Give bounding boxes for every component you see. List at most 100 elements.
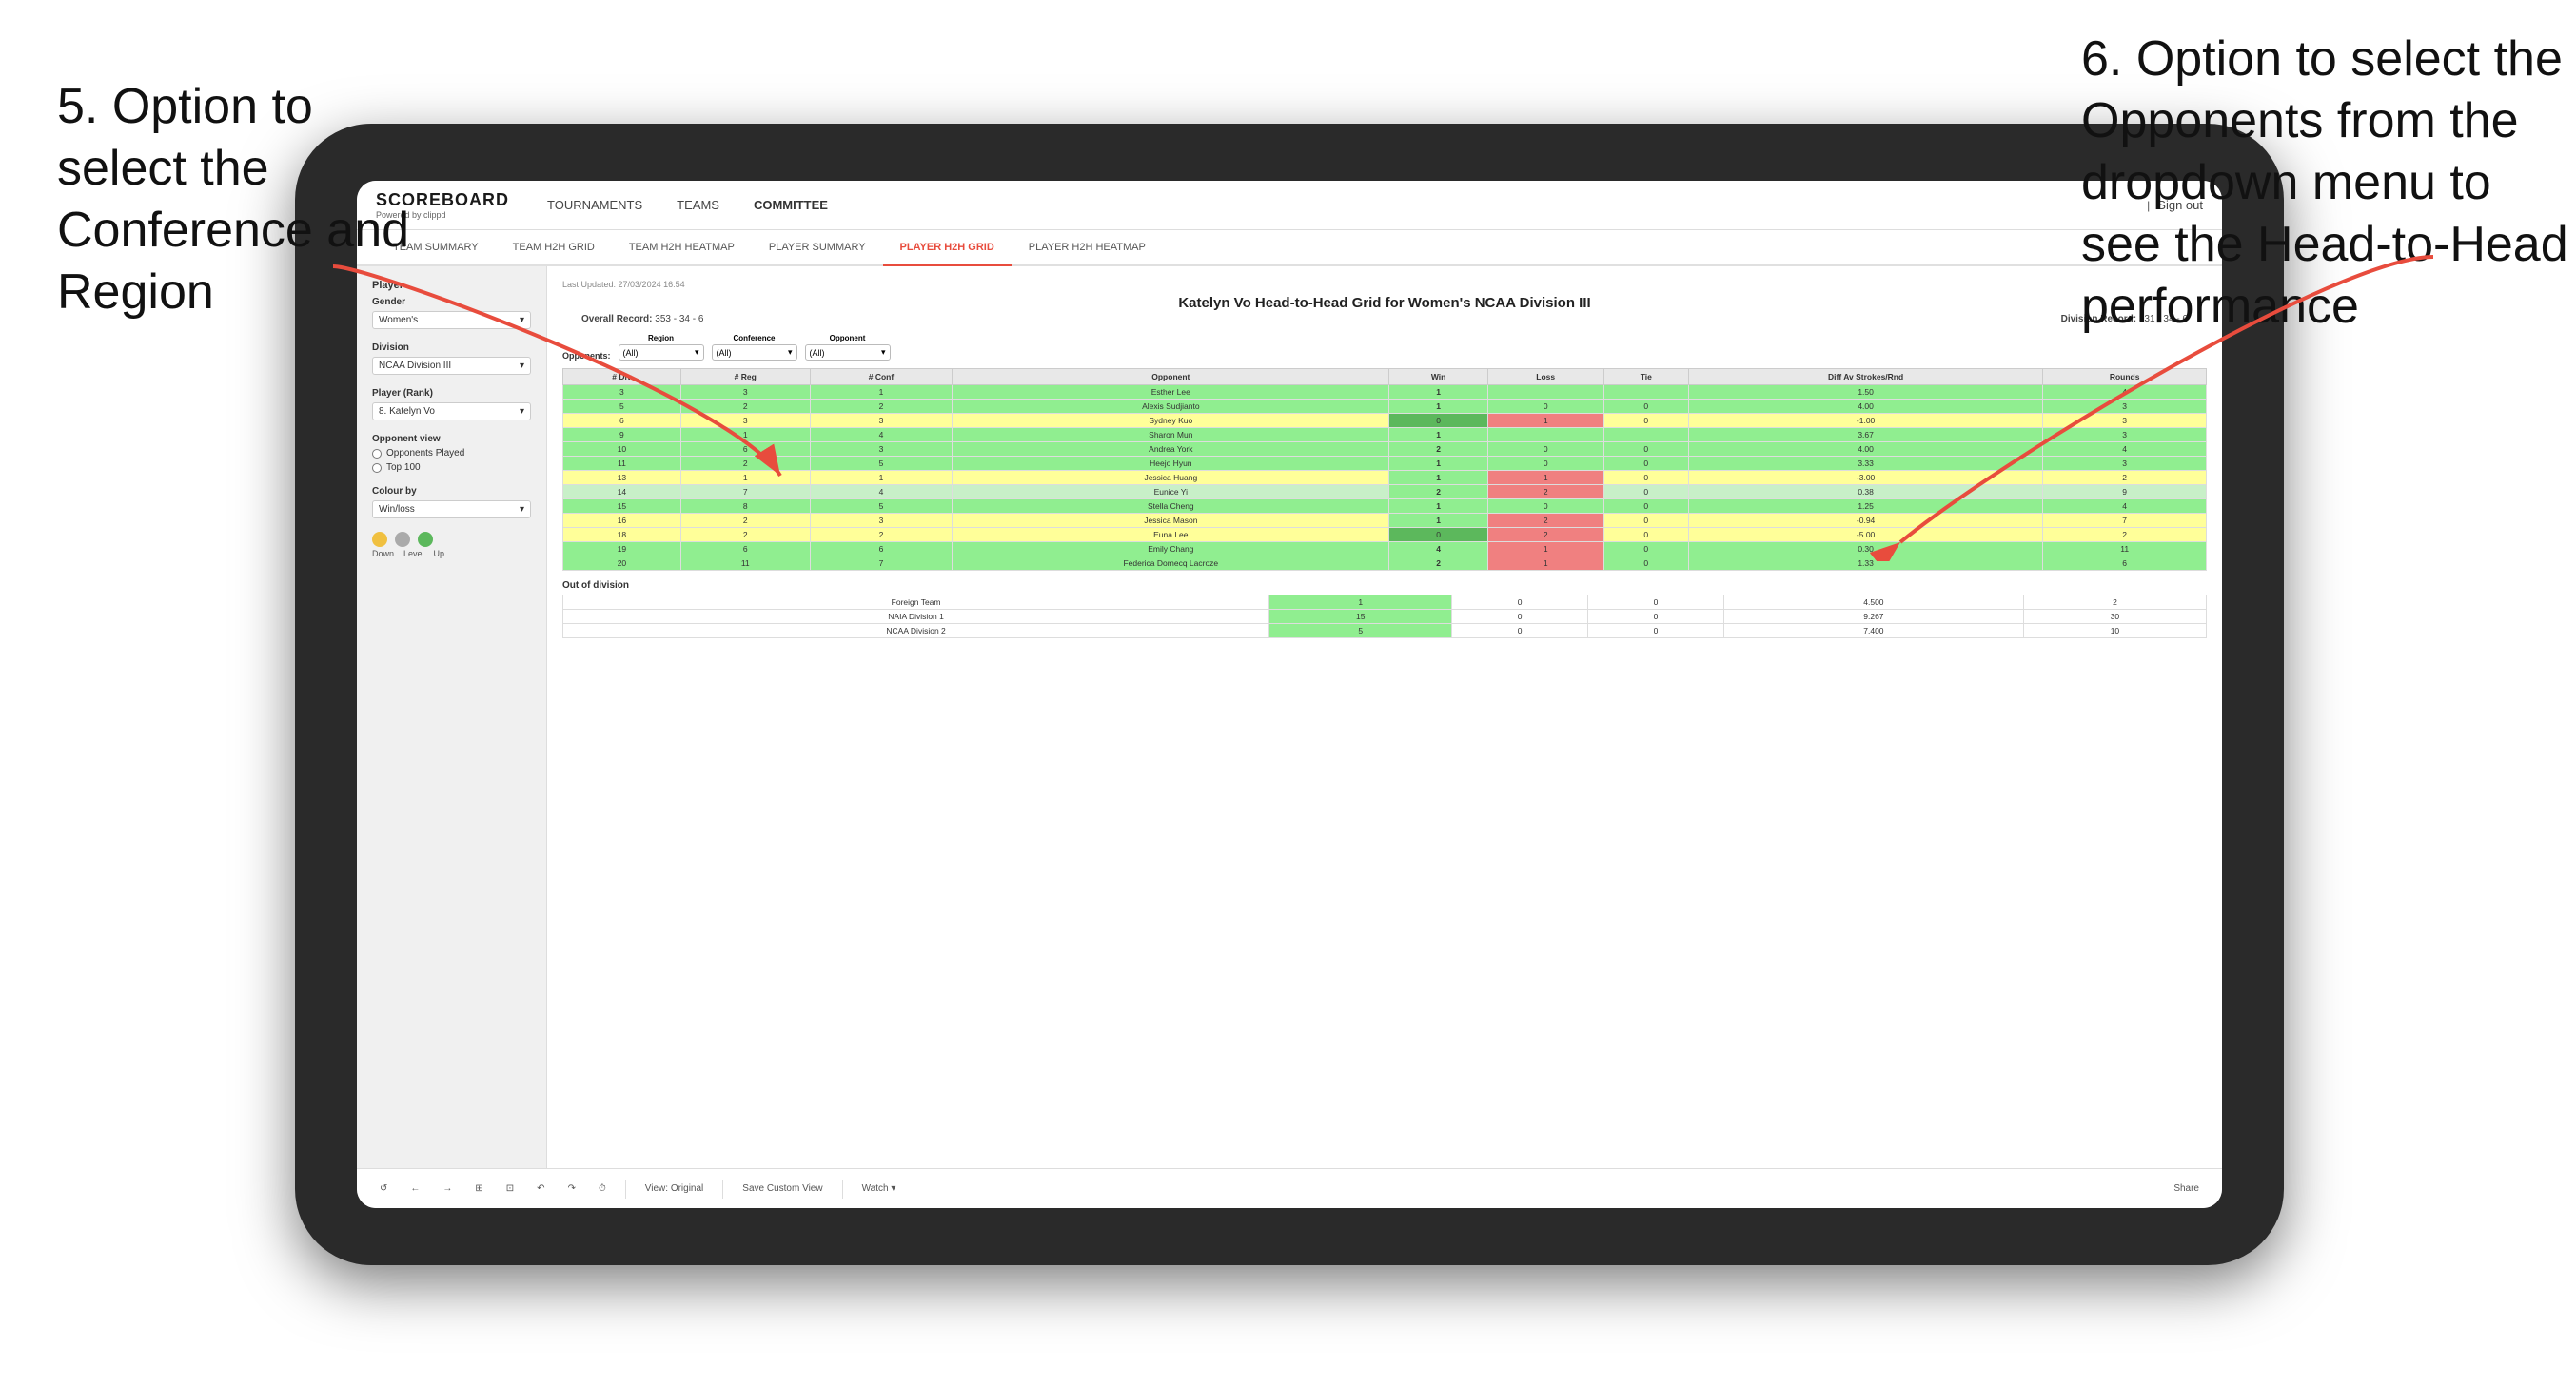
toolbar-timer[interactable]: ⏱ (591, 1180, 614, 1198)
table-cell: 4 (1389, 542, 1488, 556)
table-cell: 0 (1487, 400, 1603, 414)
out-div-row: NCAA Division 25007.40010 (563, 624, 2207, 638)
table-cell: 6 (563, 414, 681, 428)
table-row: 1474Eunice Yi2200.389 (563, 485, 2207, 499)
sidebar-division-dropdown[interactable]: NCAA Division III ▾ (372, 357, 531, 375)
table-cell: 3 (810, 414, 953, 428)
out-div-cell: 7.400 (1723, 624, 2023, 638)
region-dropdown[interactable]: (All) ▾ (619, 344, 704, 361)
last-updated: Last Updated: 27/03/2024 16:54 (562, 280, 2207, 289)
tab-team-h2h-heatmap[interactable]: TEAM H2H HEATMAP (612, 230, 752, 266)
data-table: # Div # Reg # Conf Opponent Win Loss Tie… (562, 368, 2207, 571)
toolbar-redo[interactable]: ↷ (560, 1180, 583, 1198)
chevron-down-icon-4: ▾ (520, 504, 524, 515)
table-cell: 0 (1603, 514, 1688, 528)
table-cell: Euna Lee (953, 528, 1389, 542)
table-cell: 0 (1603, 471, 1688, 485)
toolbar-view-original[interactable]: View: Original (638, 1180, 712, 1198)
out-div-cell: 0 (1588, 595, 1724, 610)
opponents-label: Opponents: (562, 351, 611, 361)
table-cell: -0.94 (1688, 514, 2042, 528)
table-cell (1603, 385, 1688, 400)
out-div-cell: 0 (1588, 610, 1724, 624)
table-cell: -5.00 (1688, 528, 2042, 542)
table-cell: 14 (563, 485, 681, 499)
table-cell: 20 (563, 556, 681, 571)
table-cell: 2 (810, 528, 953, 542)
out-div-cell: 5 (1269, 624, 1452, 638)
tab-player-h2h-grid[interactable]: PLAYER H2H GRID (883, 230, 1012, 266)
chevron-down-icon-3: ▾ (520, 406, 524, 417)
filter-row: Opponents: Region (All) ▾ Conference (Al… (562, 334, 2207, 361)
app-nav: SCOREBOARD Powered by clippd TOURNAMENTS… (357, 181, 2222, 230)
out-of-division-title: Out of division (562, 580, 2207, 591)
table-cell: 1 (680, 428, 810, 442)
nav-tournaments[interactable]: TOURNAMENTS (547, 194, 642, 216)
records-row: Overall Record: 353 - 34 - 6 Division Re… (562, 314, 2207, 324)
chevron-down-icon-2: ▾ (520, 361, 524, 371)
table-cell: 3 (2043, 414, 2207, 428)
table-cell: Jessica Mason (953, 514, 1389, 528)
table-row: 1311Jessica Huang110-3.002 (563, 471, 2207, 485)
table-cell: 4 (2043, 385, 2207, 400)
radio-opponents-played[interactable]: Opponents Played (372, 448, 531, 459)
th-tie: Tie (1603, 369, 1688, 385)
table-cell: Alexis Sudjianto (953, 400, 1389, 414)
table-cell: 11 (2043, 542, 2207, 556)
table-cell (1487, 385, 1603, 400)
table-cell: -3.00 (1688, 471, 2042, 485)
toolbar-sep-2 (722, 1180, 723, 1199)
nav-teams[interactable]: TEAMS (677, 194, 719, 216)
tablet-shell: SCOREBOARD Powered by clippd TOURNAMENTS… (295, 124, 2284, 1265)
tab-player-summary[interactable]: PLAYER SUMMARY (752, 230, 883, 266)
sidebar-colour-by-dropdown[interactable]: Win/loss ▾ (372, 500, 531, 518)
table-cell: 2 (1487, 514, 1603, 528)
table-cell: 0.38 (1688, 485, 2042, 499)
table-row: 914Sharon Mun13.673 (563, 428, 2207, 442)
table-cell: 3 (680, 414, 810, 428)
opponent-filter-label: Opponent (830, 334, 866, 342)
toolbar-forward[interactable]: → (435, 1180, 460, 1198)
th-diff: Diff Av Strokes/Rnd (1688, 369, 2042, 385)
table-row: 331Esther Lee11.504 (563, 385, 2207, 400)
table-cell: 16 (563, 514, 681, 528)
toolbar-fit[interactable]: ⊡ (499, 1180, 521, 1198)
sidebar-player-rank-dropdown[interactable]: 8. Katelyn Vo ▾ (372, 402, 531, 420)
table-cell: 10 (563, 442, 681, 457)
table-cell: 2 (2043, 528, 2207, 542)
chevron-down-icon: ▾ (520, 315, 524, 325)
opponent-dropdown[interactable]: (All) ▾ (805, 344, 891, 361)
radio-top-100[interactable]: Top 100 (372, 462, 531, 473)
toolbar-undo2[interactable]: ↶ (529, 1180, 552, 1198)
conference-dropdown[interactable]: (All) ▾ (712, 344, 797, 361)
table-cell: 3 (2043, 457, 2207, 471)
tab-player-h2h-heatmap[interactable]: PLAYER H2H HEATMAP (1012, 230, 1163, 266)
table-cell: 4 (2043, 499, 2207, 514)
tab-team-h2h-grid[interactable]: TEAM H2H GRID (496, 230, 612, 266)
toolbar-share[interactable]: Share (2166, 1180, 2207, 1198)
sidebar-player-rank-section: Player (Rank) 8. Katelyn Vo ▾ (372, 388, 531, 420)
table-cell: 2 (1389, 556, 1488, 571)
table-cell: 0 (1389, 528, 1488, 542)
table-cell: -1.00 (1688, 414, 2042, 428)
table-cell: 0 (1603, 457, 1688, 471)
toolbar-grid1[interactable]: ⊞ (467, 1180, 490, 1198)
nav-committee[interactable]: COMMITTEE (754, 194, 828, 216)
table-cell: 7 (810, 556, 953, 571)
table-cell: 3 (2043, 400, 2207, 414)
out-div-cell: 0 (1452, 624, 1588, 638)
toolbar-undo[interactable]: ↺ (372, 1180, 395, 1198)
content-area: Last Updated: 27/03/2024 16:54 Katelyn V… (547, 266, 2222, 1168)
table-cell: 1 (1487, 556, 1603, 571)
table-cell: Andrea York (953, 442, 1389, 457)
table-cell: 3 (680, 385, 810, 400)
toolbar-sep-1 (625, 1180, 626, 1199)
table-cell: 1 (1389, 428, 1488, 442)
out-of-division-table: Foreign Team1004.5002NAIA Division 11500… (562, 595, 2207, 638)
table-cell: 7 (680, 485, 810, 499)
table-cell: 0 (1487, 442, 1603, 457)
toolbar-save-custom[interactable]: Save Custom View (735, 1180, 830, 1198)
toolbar-back[interactable]: ← (403, 1180, 427, 1198)
toolbar-watch[interactable]: Watch ▾ (855, 1180, 904, 1198)
table-cell: 1 (1389, 400, 1488, 414)
